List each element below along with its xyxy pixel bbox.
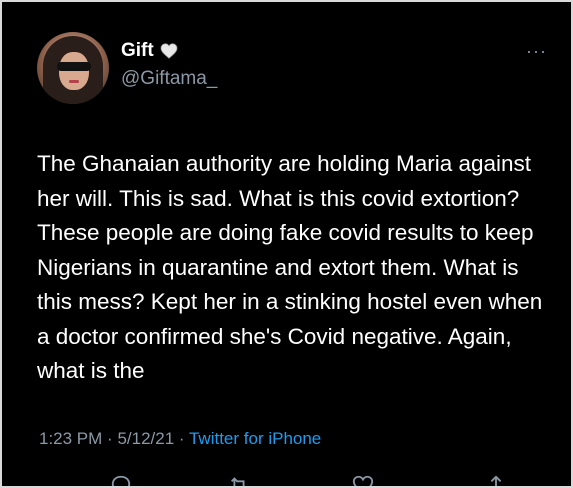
share-icon[interactable] — [485, 474, 507, 488]
tweet-source[interactable]: Twitter for iPhone — [189, 429, 321, 448]
display-name-row[interactable]: Gift — [121, 40, 178, 62]
tweet-date[interactable]: 5/12/21 — [117, 429, 174, 448]
avatar[interactable] — [37, 32, 109, 104]
like-icon[interactable] — [352, 474, 374, 488]
avatar-lips — [69, 80, 79, 83]
tweet-text: The Ghanaian authority are holding Maria… — [37, 151, 549, 381]
tweet-actions — [0, 474, 573, 488]
meta-separator: · — [107, 429, 118, 448]
reply-icon[interactable] — [110, 474, 132, 488]
white-heart-icon — [160, 43, 178, 59]
tweet-header: Gift @Giftama_ ··· — [37, 32, 553, 112]
tweet-time[interactable]: 1:23 PM — [39, 429, 102, 448]
more-horizontal-icon[interactable]: ··· — [526, 42, 547, 60]
avatar-sunglasses — [57, 62, 91, 71]
display-name[interactable]: Gift — [121, 40, 154, 62]
user-handle[interactable]: @Giftama_ — [121, 68, 217, 90]
retweet-icon[interactable] — [228, 474, 250, 488]
meta-separator: · — [178, 429, 189, 448]
tweet-metadata: 1:23 PM · 5/12/21 · Twitter for iPhone — [39, 429, 321, 449]
avatar-face — [59, 52, 89, 90]
